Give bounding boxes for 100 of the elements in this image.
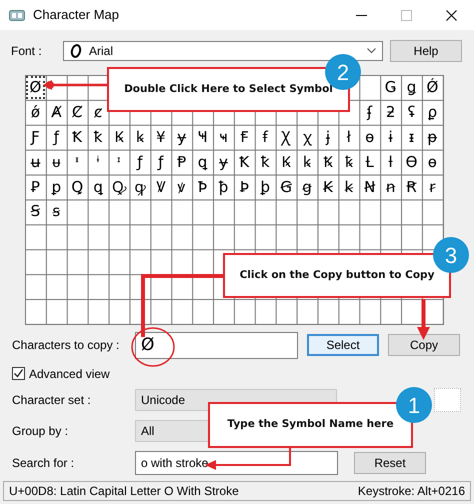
character-cell[interactable]: ƚ (380, 150, 402, 175)
copy-button[interactable]: Copy (388, 334, 460, 356)
help-button[interactable]: Help (390, 40, 462, 62)
character-cell[interactable]: Ҹ (192, 124, 214, 150)
character-cell[interactable]: Ᵽ (171, 150, 192, 175)
character-cell[interactable]: ʉ (25, 150, 46, 175)
character-cell[interactable]: ꝅ (338, 150, 360, 175)
font-dropdown[interactable]: Arial (63, 41, 383, 61)
character-cell[interactable]: ꞙ (254, 124, 276, 150)
character-cell[interactable]: ꝧ (254, 174, 276, 200)
character-cell[interactable]: ꝟ (171, 174, 192, 200)
character-cell[interactable]: Ꝙ (108, 174, 130, 200)
font-type-icon (70, 44, 82, 58)
copy-label: Characters to copy : (12, 337, 120, 354)
character-cell[interactable]: Ȼ (66, 100, 88, 125)
character-cell[interactable]: ƻ (380, 100, 402, 125)
character-cell[interactable]: Ꞣ (317, 174, 338, 200)
character-cell[interactable]: ᵾ (46, 150, 67, 175)
character-cell[interactable]: ƒ (129, 150, 150, 175)
character-cell[interactable]: ƒ (46, 124, 67, 150)
character-cell[interactable]: ꞡ (296, 174, 318, 200)
character-cell[interactable]: ϼ (422, 100, 443, 125)
unicode-field[interactable] (434, 388, 461, 412)
character-cell[interactable]: ɵ (422, 150, 443, 175)
character-cell[interactable]: Ǿ (422, 75, 443, 100)
pointer-arrow (416, 299, 431, 340)
checkmark-icon (13, 368, 24, 380)
character-cell[interactable]: ¥ (150, 124, 172, 150)
group-by-label: Group by : (12, 422, 70, 440)
search-label: Search for : (12, 454, 76, 472)
character-cell[interactable]: ꞣ (338, 174, 360, 200)
character-cell[interactable]: Ɵ (401, 150, 422, 175)
character-cell[interactable]: Ꞥ (359, 174, 380, 200)
character-cell[interactable]: Ꞧ (401, 174, 422, 200)
font-label: Font : (11, 43, 43, 60)
character-cell[interactable]: Ꝧ (234, 174, 255, 200)
character-cell[interactable]: ᵽ (422, 124, 443, 150)
character-cell[interactable]: ǥ (401, 75, 422, 100)
search-field[interactable]: o with stroke (135, 450, 338, 475)
character-cell[interactable]: Ꝃ (108, 124, 130, 150)
character-cell[interactable]: ꭓ (296, 124, 318, 150)
character-cell[interactable]: ɏ (213, 150, 234, 175)
close-icon[interactable] (446, 10, 457, 20)
character-cell[interactable]: Ꭓ (276, 124, 297, 150)
character-cell[interactable]: Ǥ (380, 75, 402, 100)
character-cell[interactable]: ɵ (359, 124, 380, 150)
character-cell[interactable]: Ƒ (25, 124, 46, 150)
character-cell[interactable]: ɉ (317, 124, 338, 150)
step-badge: 1 (396, 387, 432, 423)
advanced-view-label: Advanced view (29, 366, 110, 383)
character-cell[interactable]: Ꝑ (25, 174, 46, 200)
character-cell[interactable]: ꞧ (422, 174, 443, 200)
character-cell[interactable]: Ꞡ (276, 174, 297, 200)
caret-icon (367, 48, 376, 54)
character-cell[interactable]: ꝙ (129, 174, 150, 200)
character-cell[interactable]: ꝗ (88, 174, 109, 200)
character-cell[interactable]: Ꞩ (25, 199, 46, 224)
character-cell[interactable]: ꝥ (213, 174, 234, 200)
character-cell[interactable]: ǿ (25, 100, 46, 125)
character-cell[interactable]: ȼ (88, 100, 109, 125)
character-cell[interactable]: Ꝃ (276, 150, 297, 175)
character-cell[interactable]: ɏ (171, 124, 192, 150)
window-title: Character Map (33, 6, 119, 24)
character-cell[interactable]: ᵻ (401, 124, 422, 150)
character-cell[interactable]: ɨ (380, 124, 402, 150)
character-cell[interactable]: ꝗ (192, 150, 214, 175)
character-info-text: U+00D8: Latin Capital Letter O With Stroke (9, 482, 239, 500)
advanced-view-checkbox[interactable] (12, 367, 25, 380)
character-cell[interactable]: ꝁ (254, 150, 276, 175)
character-cell[interactable]: ᶦ (108, 150, 130, 175)
character-cell[interactable]: Ꝟ (150, 174, 172, 200)
character-cell[interactable]: ʄ (359, 100, 380, 125)
character-cell[interactable]: ƒ (150, 150, 172, 175)
character-cell[interactable]: ꝁ (88, 124, 109, 150)
character-cell[interactable]: ҹ (213, 124, 234, 150)
character-cell[interactable]: ł (338, 124, 360, 150)
character-cell[interactable]: Ꝁ (234, 150, 255, 175)
character-cell[interactable]: Ꞙ (234, 124, 255, 150)
character-cell[interactable]: ꝃ (296, 150, 318, 175)
copy-field[interactable]: Ø (135, 332, 298, 359)
character-set-label: Character set : (12, 392, 92, 409)
character-cell[interactable]: Ꝁ (66, 124, 88, 150)
character-cell[interactable]: ꝑ (46, 174, 67, 200)
character-cell[interactable]: ꝃ (129, 124, 150, 150)
character-cell[interactable]: Ꝥ (192, 174, 214, 200)
select-button[interactable]: Select (307, 334, 379, 356)
character-cell[interactable]: Ƚ (359, 150, 380, 175)
reset-button[interactable]: Reset (354, 452, 426, 474)
character-cell[interactable]: Ø (25, 75, 46, 100)
character-cell[interactable]: Ⱥ (46, 100, 67, 125)
character-cell[interactable]: ᶧ (66, 150, 88, 175)
highlight-circle (130, 326, 176, 368)
keystroke-text: Keystroke: Alt+0216 (358, 482, 465, 500)
app-icon (9, 9, 25, 21)
character-cell[interactable]: ꞥ (380, 174, 402, 200)
character-cell[interactable]: ᶤ (88, 150, 109, 175)
character-cell[interactable]: ʢ (401, 100, 422, 125)
character-cell[interactable]: ꞩ (46, 199, 67, 224)
character-cell[interactable]: Ꝗ (66, 174, 88, 200)
character-cell[interactable]: Ꝅ (317, 150, 338, 175)
